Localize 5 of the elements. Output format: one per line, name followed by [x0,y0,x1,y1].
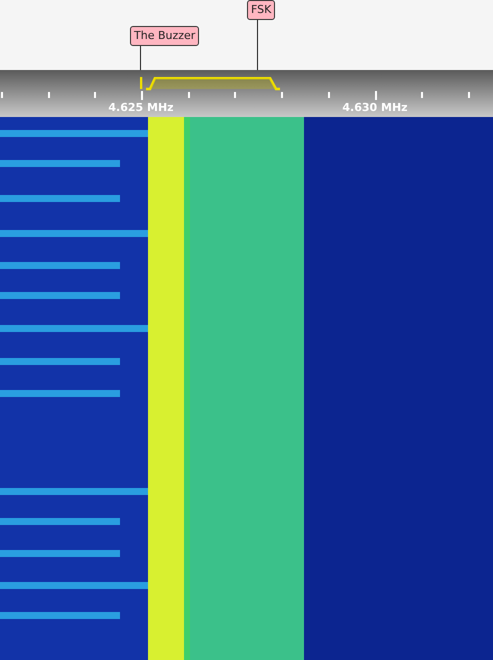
passband-icon[interactable] [140,77,280,93]
bookmark-label[interactable]: The Buzzer [130,26,200,46]
bookmark-label[interactable]: FSK [247,0,276,20]
frequency-label: 4.625 MHz [107,101,175,114]
frequency-label: 4.630 MHz [341,101,409,114]
